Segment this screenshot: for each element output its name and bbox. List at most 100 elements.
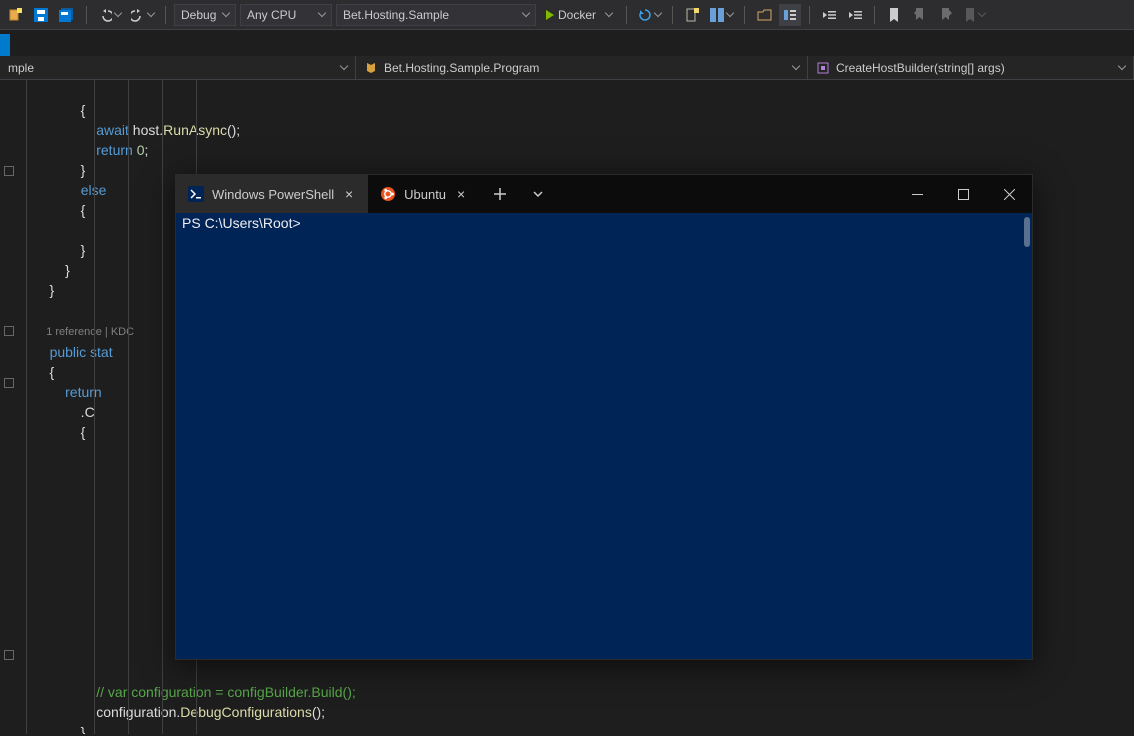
bookmark-next-icon [939,8,953,22]
save-all-button[interactable] [56,4,78,26]
platform-label: Any CPU [247,8,296,22]
play-icon [546,10,554,20]
window-split-button[interactable] [707,4,736,26]
chevron-down-icon [522,9,530,17]
close-icon [1004,189,1015,200]
bookmark-icon [888,8,900,22]
document-tab-strip [0,30,1134,56]
ubuntu-icon [380,186,396,202]
chevron-down-icon [978,9,986,17]
chevron-down-icon [792,62,800,70]
chevron-down-icon [318,9,326,17]
maximize-icon [958,189,969,200]
startup-project-dropdown[interactable]: Bet.Hosting.Sample [336,4,536,26]
maximize-button[interactable] [940,175,986,213]
outdent-icon [822,8,836,22]
new-file-button[interactable] [4,4,26,26]
platform-dropdown[interactable]: Any CPU [240,4,332,26]
vs-toolbar: Debug Any CPU Bet.Hosting.Sample Docker [0,0,1134,30]
floppy-stack-icon [59,8,75,22]
method-icon [816,61,830,75]
document-find-icon [685,8,699,22]
close-tab-button[interactable]: × [454,187,468,201]
terminal-tabbar: Windows PowerShell × Ubuntu × [176,175,1032,213]
new-tab-button[interactable] [486,180,514,208]
terminal-tab-ubuntu[interactable]: Ubuntu × [368,175,480,213]
chevron-down-icon [726,9,734,17]
toolbar-separator [744,6,745,24]
editor-gutter [0,80,24,734]
redo-button[interactable] [128,4,157,26]
fold-toggle[interactable] [4,326,14,336]
navigation-bar: mple Bet.Hosting.Sample.Program CreateHo… [0,56,1134,80]
class-dropdown[interactable]: mple [0,56,356,79]
save-button[interactable] [30,4,52,26]
method-dropdown[interactable]: CreateHostBuilder(string[] args) [808,56,1134,79]
member-dropdown[interactable]: Bet.Hosting.Sample.Program [356,56,808,79]
class-icon [364,61,378,75]
minimize-button[interactable] [894,175,940,213]
toolbar-separator [626,6,627,24]
terminal-scrollbar[interactable] [1024,217,1030,247]
fold-toggle[interactable] [4,650,14,660]
prev-bookmark-button[interactable] [909,4,931,26]
toggle-outline-button[interactable] [779,4,801,26]
folder-icon [757,8,772,22]
close-window-button[interactable] [986,175,1032,213]
class-label: mple [8,61,34,75]
chevron-down-icon [605,9,613,17]
configuration-label: Debug [181,8,216,22]
configuration-dropdown[interactable]: Debug [174,4,236,26]
toolbar-separator [672,6,673,24]
chevron-down-icon [532,188,544,200]
new-file-icon [8,8,22,22]
undo-icon [98,8,112,22]
terminal-body[interactable]: PS C:\Users\Root> [176,213,1032,659]
tab-dropdown-button[interactable] [524,180,552,208]
plus-icon [494,188,506,200]
fold-toggle[interactable] [4,378,14,388]
terminal-tab-label: Ubuntu [404,187,446,202]
split-icon [710,8,724,22]
start-debug-button[interactable]: Docker [540,4,618,26]
refresh-button[interactable] [635,4,664,26]
show-folder-button[interactable] [753,4,775,26]
method-label: CreateHostBuilder(string[] args) [836,61,1005,75]
undo-button[interactable] [95,4,124,26]
indent-guide [26,80,27,734]
find-in-files-button[interactable] [681,4,703,26]
active-document-tab[interactable] [0,34,10,56]
increase-indent-button[interactable] [844,4,866,26]
powershell-icon [188,186,204,202]
terminal-window-controls [894,175,1032,213]
chevron-down-icon [147,9,155,17]
member-label: Bet.Hosting.Sample.Program [384,61,539,75]
refresh-icon [638,8,652,22]
chevron-down-icon [1118,62,1126,70]
bookmark-button[interactable] [883,4,905,26]
clear-bookmarks-button[interactable] [961,4,988,26]
decrease-indent-button[interactable] [818,4,840,26]
next-bookmark-button[interactable] [935,4,957,26]
startup-project-label: Bet.Hosting.Sample [343,8,449,22]
fold-toggle[interactable] [4,166,14,176]
indent-icon [848,8,862,22]
indent-guide [94,80,95,734]
floppy-icon [34,8,48,22]
bookmark-clear-icon [964,8,976,22]
close-tab-button[interactable]: × [342,187,356,201]
bookmark-prev-icon [913,8,927,22]
toolbar-separator [165,6,166,24]
toolbar-separator [809,6,810,24]
chevron-down-icon [340,62,348,70]
indent-guide [128,80,129,734]
terminal-prompt: PS C:\Users\Root> [182,215,301,231]
toolbar-separator [874,6,875,24]
terminal-window: Windows PowerShell × Ubuntu × PS C:\User… [175,174,1033,660]
indent-guide [162,80,163,734]
chevron-down-icon [114,9,122,17]
chevron-down-icon [222,9,230,17]
run-target-label: Docker [558,8,596,22]
codelens-references[interactable]: 1 reference | KDC [34,326,134,338]
terminal-tab-powershell[interactable]: Windows PowerShell × [176,175,368,213]
